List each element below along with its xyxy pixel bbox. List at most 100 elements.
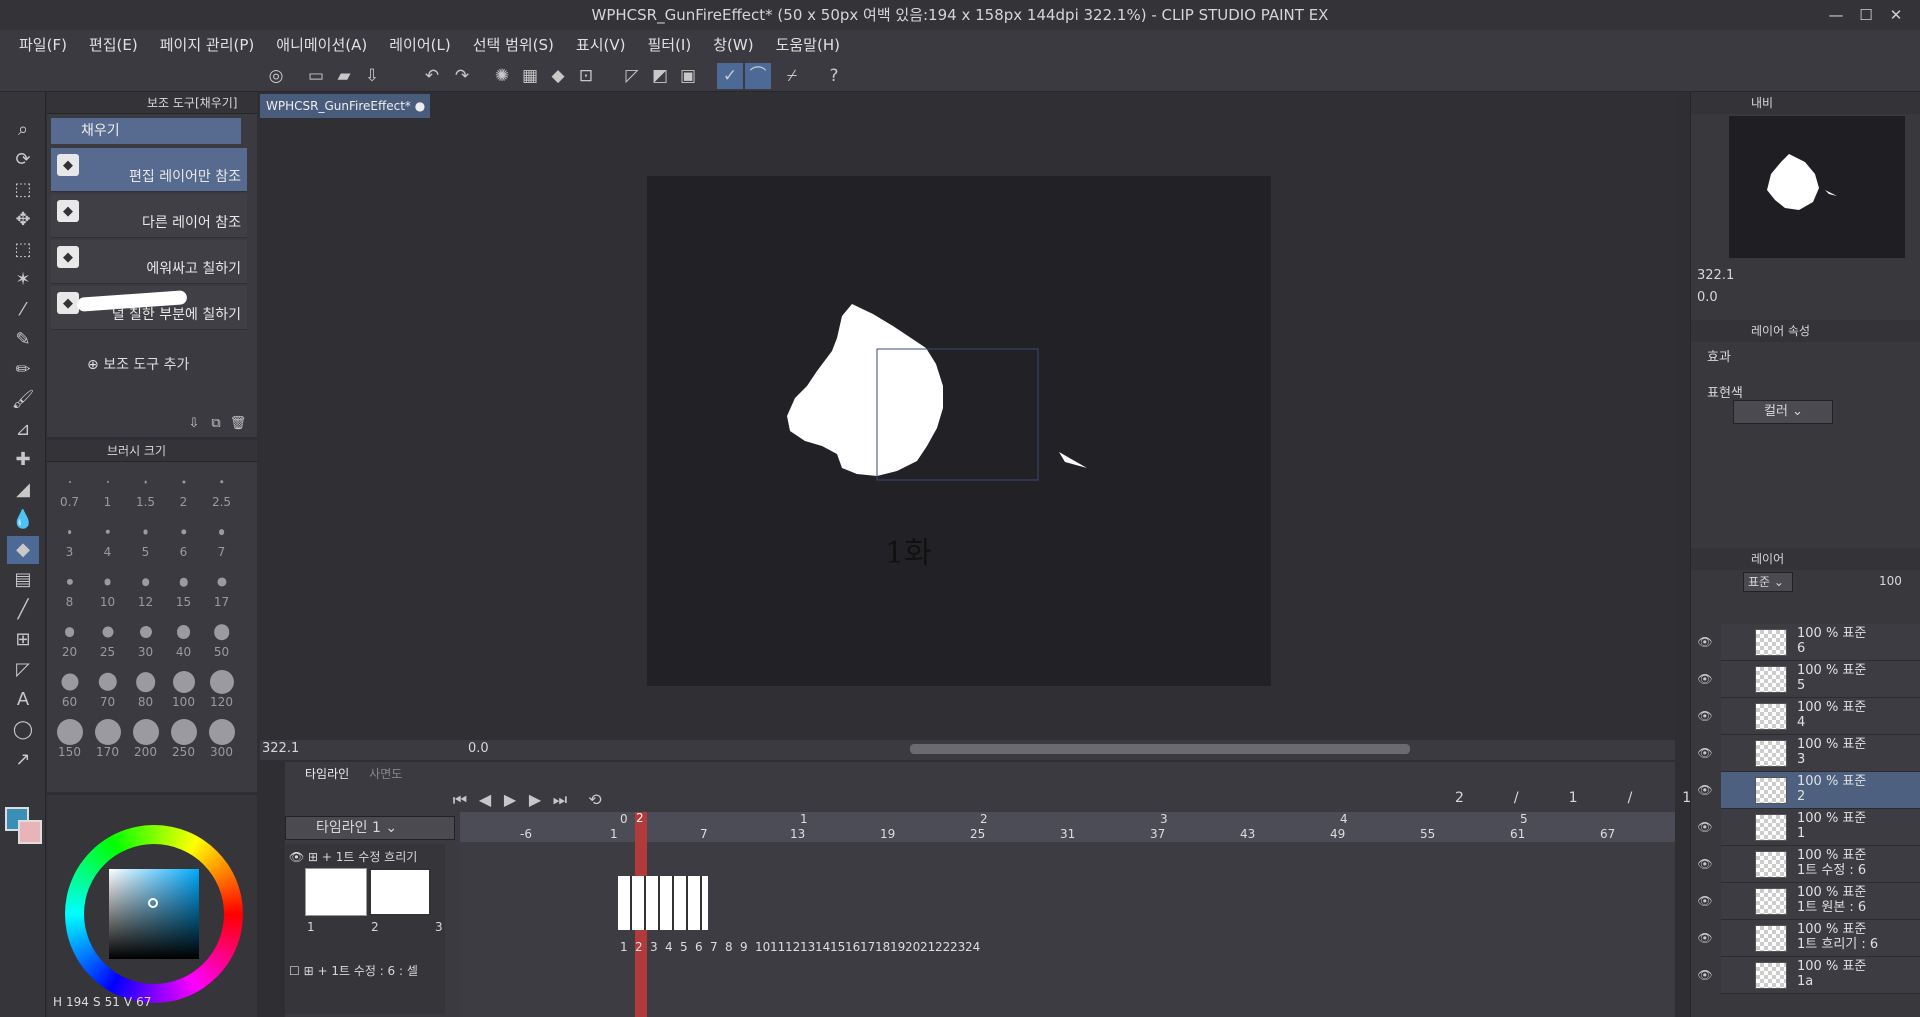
brush-size-40[interactable]: 40 [165,616,202,661]
cel-thumb-1[interactable] [305,868,367,916]
menu-window[interactable]: 창(W) [702,30,764,60]
brush-size-1[interactable]: 1 [89,466,126,511]
help-icon[interactable]: ? [821,63,847,89]
object-tool-icon[interactable]: ⬚ [7,176,39,204]
copy-subtool-icon[interactable]: ⧉ [207,414,225,432]
clip-studio-icon[interactable]: ◎ [263,63,289,89]
move-tool-icon[interactable]: ✥ [7,206,39,234]
zoom-tool-icon[interactable]: ⌕ [7,116,39,144]
layer-row[interactable]: 👁 100 % 표준 4 [1697,698,1920,735]
menu-view[interactable]: 표시(V) [565,30,637,60]
figure-tool-icon[interactable]: ╱ [7,596,39,624]
eye-icon[interactable]: 👁 [1697,856,1713,872]
loop-icon[interactable]: ⟲ [585,790,605,810]
magic-wand-icon[interactable]: ✶ [7,266,39,294]
save-icon[interactable]: ⇩ [359,63,385,89]
brush-size-4[interactable]: 4 [89,516,126,561]
add-subtool-button[interactable]: ⊕ 보조 도구 추가 [87,354,189,374]
transform-icon[interactable]: ⊡ [573,63,599,89]
layers-tab[interactable]: 레이어 [1691,548,1920,570]
timeline-grid[interactable]: 0 1 2 3 4 5 -6 1 7 13 19 25 31 37 43 49 55 61 67 2 1 2 3 4 5 6 7 8 9… [460,811,1675,1017]
brush-size-60[interactable]: 60 [51,666,88,711]
brush-size-2[interactable]: 2 [165,466,202,511]
eye-icon[interactable]: 👁 [1697,634,1713,650]
eraser-icon[interactable]: ◢ [7,476,39,504]
menu-help[interactable]: 도움말(H) [765,30,851,60]
layer-row[interactable]: 👁 100 % 표준 1트 수정 : 6 [1697,846,1920,883]
brush-size-2.5[interactable]: 2.5 [203,466,240,511]
brush-size-70[interactable]: 70 [89,666,126,711]
fill-icon[interactable]: ◆ [545,63,571,89]
layer-row[interactable]: 👁 100 % 표준 5 [1697,661,1920,698]
rotate-tool-icon[interactable]: ⟳ [7,146,39,174]
open-folder-icon[interactable]: ▰ [331,63,357,89]
prev-frame-icon[interactable]: ◀ [475,790,495,810]
first-frame-icon[interactable]: ⏮ [450,790,470,810]
brush-size-200[interactable]: 200 [127,716,164,761]
express-color-select[interactable]: 컬러 ⌄ [1733,400,1833,424]
brush-size-300[interactable]: 300 [203,716,240,761]
frame-border-icon[interactable]: ⊞ [7,626,39,654]
brush-size-5[interactable]: 5 [127,516,164,561]
text-tool-icon[interactable]: A [7,686,39,714]
minimize-icon[interactable]: — [1822,0,1850,30]
subtool-item-edit-layer[interactable]: ◆ 편집 레이어만 참조 [51,148,247,192]
last-frame-icon[interactable]: ⏭ [550,790,570,810]
canvas-h-scrollbar[interactable] [910,744,1410,754]
eye-icon[interactable]: 👁 [1697,819,1713,835]
airbrush-icon[interactable]: ⊿ [7,416,39,444]
menu-layer[interactable]: 레이어(L) [378,30,461,60]
close-icon[interactable]: ✕ [1882,0,1910,30]
eye-icon[interactable]: 👁 [1697,745,1713,761]
eyedropper-icon[interactable]: ⁄ [7,296,39,324]
decoration-icon[interactable]: ✚ [7,446,39,474]
snap-special-ruler-icon[interactable]: ⌒ [745,63,771,89]
saturation-value-square[interactable] [109,869,199,959]
balloon-icon[interactable]: ◯ [7,716,39,744]
maximize-icon[interactable]: ☐ [1852,0,1880,30]
brush-size-150[interactable]: 150 [51,716,88,761]
snap-ruler-icon[interactable]: ✓ [717,63,743,89]
brush-size-3[interactable]: 3 [51,516,88,561]
brush-size-15[interactable]: 15 [165,566,202,611]
layer-opacity[interactable]: 100 [1879,574,1902,588]
menu-selection[interactable]: 선택 범위(S) [462,30,565,60]
brush-size-10[interactable]: 10 [89,566,126,611]
layer-props-tab[interactable]: 레이어 속성 [1691,320,1920,342]
brush-size-20[interactable]: 20 [51,616,88,661]
cel-frames[interactable] [618,876,708,930]
correct-line-icon[interactable]: ↗ [7,746,39,774]
menu-file[interactable]: 파일(F) [8,30,78,60]
brush-size-25[interactable]: 25 [89,616,126,661]
layer-row[interactable]: 👁 100 % 표준 1트 흐리기 : 6 [1697,920,1920,957]
brush-size-8[interactable]: 8 [51,566,88,611]
brush-size-6[interactable]: 6 [165,516,202,561]
layer-row[interactable]: 👁 100 % 표준 6 [1697,624,1920,661]
layer-row[interactable]: 👁 100 % 표준 1트 원본 : 6 [1697,883,1920,920]
color-picker-cursor[interactable] [148,898,158,908]
deselect-icon[interactable]: ✺ [489,63,515,89]
navigator-preview[interactable] [1729,116,1905,258]
layer-row[interactable]: 👁 100 % 표준 2 [1697,772,1920,809]
brush-size-12[interactable]: 12 [127,566,164,611]
brush-size-80[interactable]: 80 [127,666,164,711]
brush-size-30[interactable]: 30 [127,616,164,661]
new-file-icon[interactable]: ▭ [303,63,329,89]
tone-icon[interactable]: ◩ [647,63,673,89]
pencil-tool-icon[interactable]: ✏ [7,356,39,384]
subtool-item-other-layer[interactable]: ◆ 다른 레이어 참조 [51,194,247,238]
pen-tool-icon[interactable]: ✎ [7,326,39,354]
menu-edit[interactable]: 편집(E) [78,30,149,60]
brush-size-7[interactable]: 7 [203,516,240,561]
navigator-tab[interactable]: 내비 [1691,92,1920,114]
canvas[interactable]: 1화 [647,176,1271,686]
layer-row[interactable]: 👁 100 % 표준 3 [1697,735,1920,772]
brush-tool-icon[interactable]: 🖌 [7,386,39,414]
track-2-header[interactable]: ☐ ⊞ + 1트 수정 : 6 : 셀 [289,962,418,979]
crop-icon[interactable]: ◸ [619,63,645,89]
subtool-tab[interactable]: 보조 도구[채우기] [47,92,257,114]
snap-grid-icon[interactable]: ⌿ [779,63,805,89]
track-1-header[interactable]: 👁 ⊞ + 1트 수정 흐리기 [289,848,417,865]
document-tab[interactable]: WPHCSR_GunFireEffect* ● [260,94,430,118]
save-subtool-icon[interactable]: ⇩ [185,414,203,432]
